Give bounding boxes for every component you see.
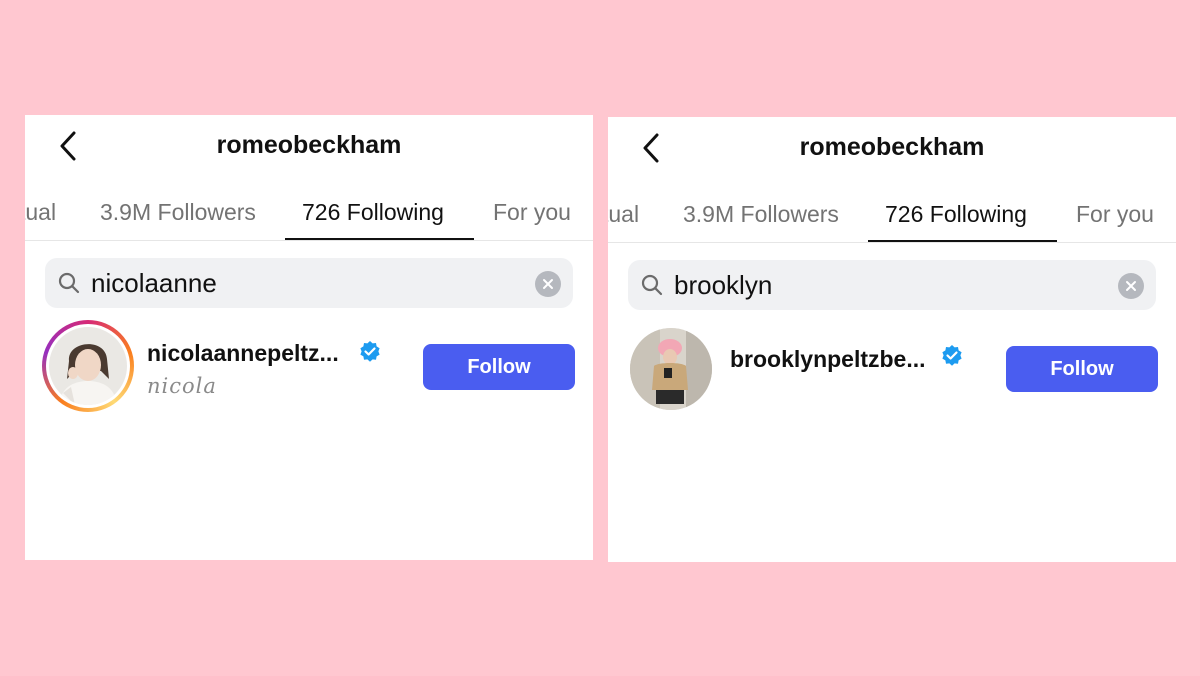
profile-title: romeobeckham xyxy=(216,131,402,159)
search-input[interactable] xyxy=(674,266,1104,304)
divider xyxy=(25,240,593,241)
tab-following[interactable]: 726 Following xyxy=(885,201,1027,228)
close-icon xyxy=(1126,281,1136,291)
tab-followers[interactable]: 3.9M Followers xyxy=(683,201,839,228)
tab-following[interactable]: 726 Following xyxy=(302,199,444,226)
header: romeobeckham xyxy=(608,117,1176,179)
tab-mutual[interactable]: tual xyxy=(25,199,56,226)
following-panel-right: romeobeckham tual 3.9M Followers 726 Fol… xyxy=(608,117,1176,562)
header: romeobeckham xyxy=(25,115,593,177)
clear-search-button[interactable] xyxy=(535,271,561,297)
verified-badge-icon xyxy=(942,345,962,366)
tab-bar: tual 3.9M Followers 726 Following For yo… xyxy=(25,193,593,241)
story-ring[interactable] xyxy=(42,320,134,412)
search-icon xyxy=(641,274,663,296)
avatar xyxy=(49,327,127,405)
tab-for-you[interactable]: For you xyxy=(1076,201,1154,228)
search-input[interactable] xyxy=(91,264,521,302)
search-bar[interactable] xyxy=(628,260,1156,310)
result-username[interactable]: brooklynpeltzbe... xyxy=(730,346,926,373)
tab-bar: tual 3.9M Followers 726 Following For yo… xyxy=(608,195,1176,243)
verified-badge-icon xyxy=(360,341,380,362)
tab-followers[interactable]: 3.9M Followers xyxy=(100,199,256,226)
avatar[interactable] xyxy=(630,328,712,410)
search-icon xyxy=(58,272,80,294)
profile-title: romeobeckham xyxy=(799,133,985,161)
divider xyxy=(608,242,1176,243)
result-username[interactable]: nicolaannepeltz... xyxy=(147,340,339,367)
tab-for-you[interactable]: For you xyxy=(493,199,571,226)
search-result-row[interactable]: brooklynpeltzbe... Follow xyxy=(608,322,1176,414)
result-full-name: nicola xyxy=(147,374,217,398)
tab-mutual[interactable]: tual xyxy=(608,201,639,228)
follow-button[interactable]: Follow xyxy=(423,344,575,390)
following-panel-left: romeobeckham tual 3.9M Followers 726 Fol… xyxy=(25,115,593,560)
follow-button[interactable]: Follow xyxy=(1006,346,1158,392)
search-bar[interactable] xyxy=(45,258,573,308)
close-icon xyxy=(543,279,553,289)
search-result-row[interactable]: nicolaannepeltz... nicola Follow xyxy=(25,320,593,412)
clear-search-button[interactable] xyxy=(1118,273,1144,299)
